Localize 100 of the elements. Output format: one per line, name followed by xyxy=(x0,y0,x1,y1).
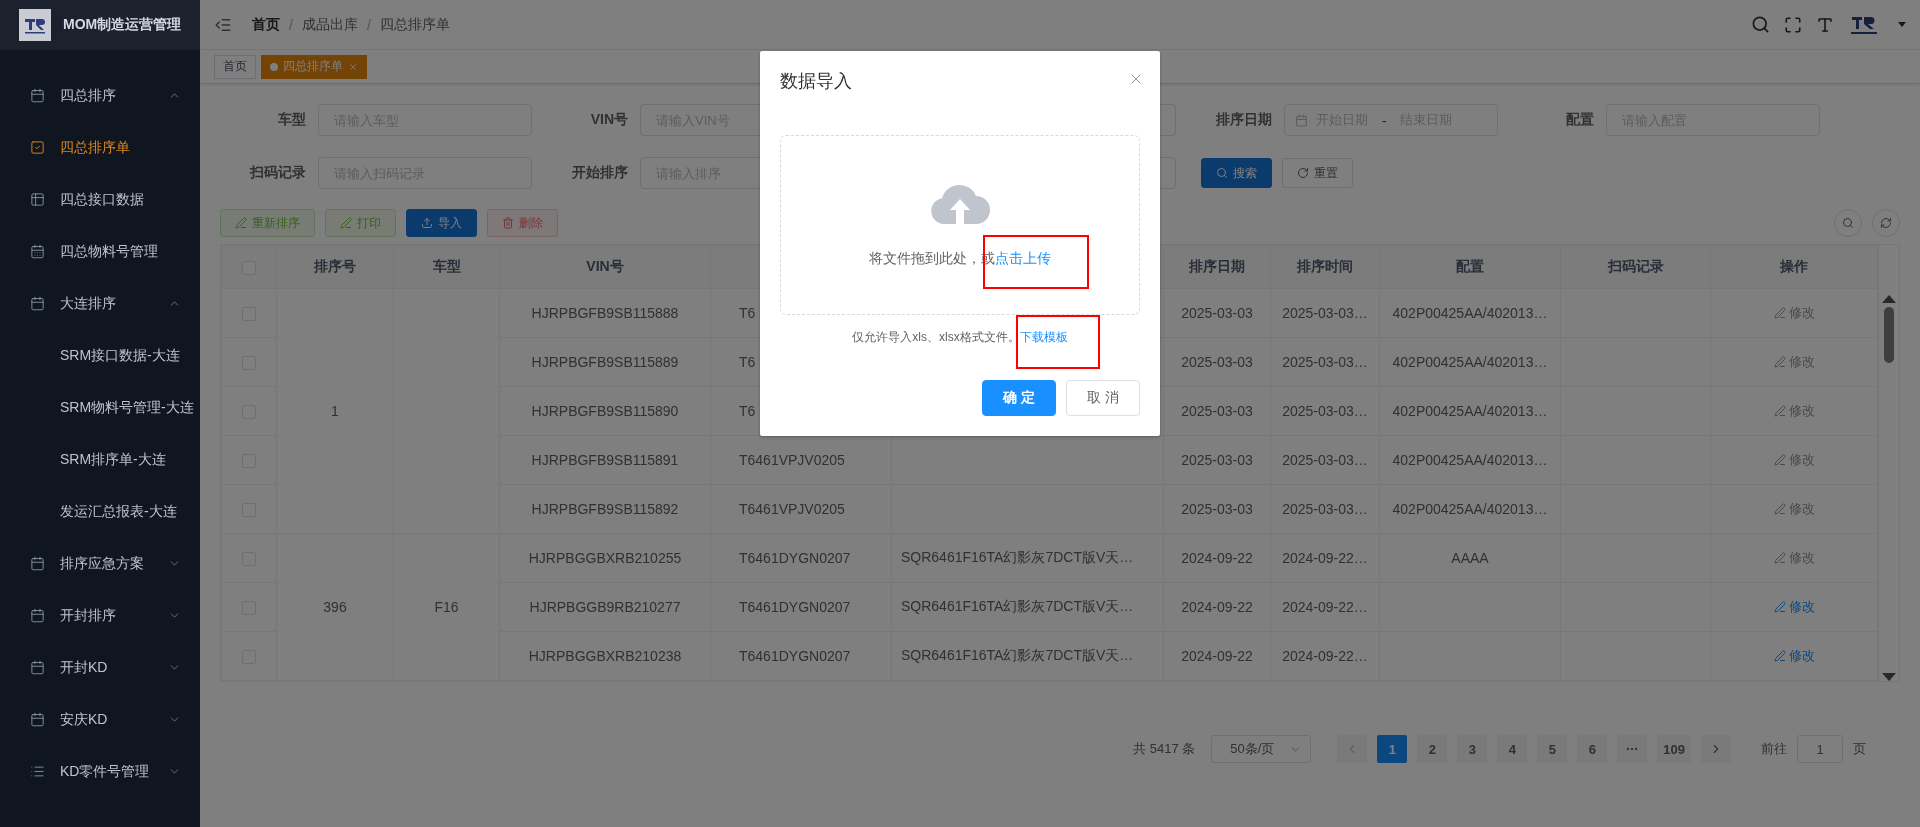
table-cell: HJRPBGGB9RB210277 xyxy=(529,599,681,615)
page-button[interactable]: 109 xyxy=(1657,735,1691,763)
table-cell: 2024-09-22… xyxy=(1282,648,1368,664)
column-header: 排序日期 xyxy=(1163,245,1271,289)
prev-page-button[interactable] xyxy=(1337,735,1368,763)
calendar-icon xyxy=(30,712,45,727)
reset-button[interactable]: 重置 xyxy=(1282,158,1353,188)
table-cell: 402P00425AA/402013… xyxy=(1392,501,1548,517)
cancel-button[interactable]: 取 消 xyxy=(1066,380,1140,416)
font-size-icon[interactable] xyxy=(1816,15,1834,34)
table-cell: SQR6461F16TA幻影灰7DCT版V天… xyxy=(901,598,1134,614)
calendar-icon xyxy=(30,88,45,103)
table-cell: SQR6461F16TA幻影灰7DCT版V天… xyxy=(901,647,1134,663)
search-button[interactable]: 搜索 xyxy=(1201,158,1272,188)
edit-link[interactable]: 修改 xyxy=(1773,598,1815,616)
table-cell: 396 xyxy=(276,533,394,681)
menu-item[interactable]: 发运汇总报表-大连 xyxy=(0,486,200,538)
page-button[interactable]: 3 xyxy=(1457,735,1488,763)
scroll-up-icon[interactable] xyxy=(1882,295,1896,303)
table-cell: T6461DYGN0207 xyxy=(739,599,851,615)
pen-icon xyxy=(1773,454,1786,466)
menu-item[interactable]: SRM接口数据-大连 xyxy=(0,330,200,382)
column-header: 配置 xyxy=(1379,245,1561,289)
table-cell: 2024-09-22… xyxy=(1282,599,1368,615)
menu-group[interactable]: 排序应急方案 xyxy=(0,538,200,590)
table-cell: 2024-09-22 xyxy=(1181,599,1253,615)
menu-group[interactable]: 大连排序 xyxy=(0,278,200,330)
field-label: 配置 xyxy=(1565,111,1594,129)
table-cell: T6461VPJV0205 xyxy=(739,452,845,468)
field-label: 开始排序 xyxy=(571,164,628,182)
page-input[interactable]: 1 xyxy=(1797,735,1843,763)
fullscreen-icon[interactable] xyxy=(1784,15,1802,34)
edit-link[interactable]: 修改 xyxy=(1773,647,1815,665)
menu-item[interactable]: 四总接口数据 xyxy=(0,174,200,226)
menu-group[interactable]: 四总排序 xyxy=(0,70,200,122)
toolbar-button[interactable]: 重新排序 xyxy=(220,209,315,237)
search-icon[interactable] xyxy=(1751,15,1770,34)
table-cell: HJRPBGGBXRB210238 xyxy=(528,648,682,664)
table-cell: 402P00425AA/402013… xyxy=(1392,305,1548,321)
toolbar-button[interactable]: 打印 xyxy=(325,209,396,237)
close-icon[interactable] xyxy=(348,61,358,72)
pen-icon xyxy=(1773,356,1786,368)
table-cell: HJRPBGFB9SB115891 xyxy=(531,452,679,468)
app-title: MOM制造运营管理 xyxy=(63,16,182,34)
column-header: 排序时间 xyxy=(1270,245,1380,289)
breadcrumb-item[interactable]: 首页 xyxy=(252,15,280,34)
scroll-down-icon[interactable] xyxy=(1882,673,1896,681)
table-cell: 402P00425AA/402013… xyxy=(1392,452,1548,468)
table-cell: HJRPBGFB9SB115890 xyxy=(531,403,679,419)
goto-label: 前往 xyxy=(1761,740,1787,758)
search-icon xyxy=(1216,167,1228,179)
menu-item[interactable]: SRM排序单-大连 xyxy=(0,434,200,486)
table-cell: HJRPBGFB9SB115888 xyxy=(531,305,679,321)
page-button[interactable]: 2 xyxy=(1417,735,1448,763)
page-size-select[interactable]: 50条/页 xyxy=(1211,735,1312,763)
refresh-button[interactable] xyxy=(1872,209,1900,237)
page-tab[interactable]: 四总排序单 xyxy=(261,54,367,79)
pen-icon xyxy=(1773,405,1786,417)
page-button[interactable]: 1 xyxy=(1377,735,1408,763)
download-template-link[interactable]: 下载模板 xyxy=(1019,330,1068,344)
cloud-upload-icon xyxy=(930,182,990,226)
table-cell: 1 xyxy=(276,288,394,534)
more-pages-button[interactable] xyxy=(1617,735,1648,763)
menu-group[interactable]: 安庆KD xyxy=(0,694,200,746)
next-page-button[interactable] xyxy=(1701,735,1731,763)
calendar-icon xyxy=(30,244,45,259)
column-header: VIN号 xyxy=(499,245,711,289)
table-cell: 2024-09-22 xyxy=(1181,648,1253,664)
scrollbar[interactable] xyxy=(1878,245,1899,681)
page-button[interactable]: 5 xyxy=(1537,735,1568,763)
page-button[interactable]: 4 xyxy=(1497,735,1528,763)
table-cell: T6 xyxy=(739,354,756,370)
toolbar-button[interactable]: 导入 xyxy=(406,209,477,237)
pen-icon xyxy=(235,217,247,229)
total-count: 共 5417 条 xyxy=(1133,740,1196,758)
page-tab[interactable]: 首页 xyxy=(214,54,256,79)
table-cell: HJRPBGFB9SB115892 xyxy=(531,501,679,517)
menu-item[interactable]: 四总物料号管理 xyxy=(0,226,200,278)
breadcrumb-separator: / xyxy=(366,16,371,33)
upload-link[interactable]: 点击上传 xyxy=(995,250,1051,266)
table-cell: 2025-03-03… xyxy=(1282,501,1368,517)
field-label: VIN号 xyxy=(589,111,628,129)
list-icon xyxy=(30,764,45,779)
pen-icon xyxy=(1773,552,1786,564)
page-button[interactable]: 6 xyxy=(1577,735,1608,763)
table-icon xyxy=(30,192,45,207)
trash-icon xyxy=(502,217,514,229)
scroll-thumb[interactable] xyxy=(1884,307,1894,363)
search-button[interactable] xyxy=(1834,209,1862,237)
menu-item[interactable]: 四总排序单 xyxy=(0,122,200,174)
menu-group[interactable]: KD零件号管理 xyxy=(0,746,200,798)
pen-icon xyxy=(1773,601,1786,613)
confirm-button[interactable]: 确 定 xyxy=(982,380,1056,416)
toolbar-button[interactable]: 删除 xyxy=(487,209,558,237)
caret-icon[interactable] xyxy=(1898,22,1906,27)
field-label: 排序日期 xyxy=(1215,111,1272,129)
menu-group[interactable]: 开封排序 xyxy=(0,590,200,642)
page-suffix: 页 xyxy=(1853,740,1866,758)
menu-item[interactable]: SRM物料号管理-大连 xyxy=(0,382,200,434)
menu-group[interactable]: 开封KD xyxy=(0,642,200,694)
